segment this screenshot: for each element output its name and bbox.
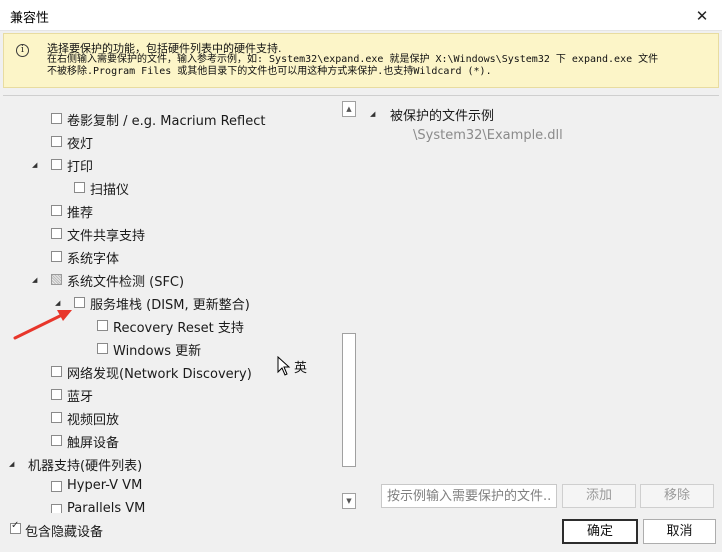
remove-button[interactable]: 移除: [640, 484, 714, 508]
title-bar: 兼容性 ✕: [0, 0, 722, 31]
close-icon[interactable]: ✕: [682, 0, 722, 31]
tree-item[interactable]: 卷影复制 / e.g. Macrium Reflect: [4, 108, 334, 130]
protected-files-heading[interactable]: 被保护的文件示例: [390, 105, 494, 124]
ok-button[interactable]: 确定: [562, 519, 638, 544]
tree-item[interactable]: ◢ 系统文件检测 (SFC): [4, 269, 334, 291]
tree-item-label: Hyper-V VM: [67, 478, 143, 493]
window-title: 兼容性: [10, 11, 50, 26]
tree-scrollbar[interactable]: ▲ ▼: [341, 100, 357, 513]
tree-item-label: 卷影复制 / e.g. Macrium Reflect: [67, 114, 266, 129]
info-icon: i: [16, 44, 29, 57]
tree-item[interactable]: 扫描仪: [4, 177, 334, 199]
checkbox[interactable]: [74, 182, 85, 193]
tree-item-label: 触屏设备: [67, 436, 120, 451]
tree-item[interactable]: ◢ 机器支持(硬件列表): [4, 453, 334, 475]
ime-indicator: 英: [294, 361, 308, 376]
cancel-button[interactable]: 取消: [643, 519, 716, 544]
info-text-line3: 不被移除.Program Files 或其他目录下的文件也可以用这种方式来保护.…: [47, 66, 492, 77]
tree-item-label: 夜灯: [67, 137, 94, 152]
checkbox[interactable]: [51, 228, 62, 239]
protected-file-example[interactable]: \System32\Example.dll: [413, 128, 563, 143]
checkbox[interactable]: [51, 481, 62, 492]
checkbox[interactable]: [97, 320, 108, 331]
checkbox[interactable]: [51, 504, 62, 513]
tree-item-label: 视频回放: [67, 413, 120, 428]
expand-triangle-icon[interactable]: ◢: [32, 161, 40, 169]
tree-item[interactable]: Parallels VM: [4, 499, 334, 513]
protected-file-input[interactable]: [381, 484, 557, 508]
tree-item-label: 扫描仪: [90, 183, 130, 198]
tree-item-label: Parallels VM: [67, 501, 146, 513]
checkbox-partial[interactable]: [51, 274, 62, 285]
tree-item[interactable]: ◢ 打印: [4, 154, 334, 176]
checkbox[interactable]: [51, 435, 62, 446]
checkbox[interactable]: [51, 113, 62, 124]
tree-item-label: 打印: [67, 160, 94, 175]
checkbox[interactable]: [51, 412, 62, 423]
mouse-cursor-icon: [277, 356, 291, 376]
tree-item-label: Windows 更新: [113, 344, 202, 359]
add-button[interactable]: 添加: [562, 484, 636, 508]
checkbox[interactable]: [51, 251, 62, 262]
tree-item[interactable]: 推荐: [4, 200, 334, 222]
tree-item-label: 系统字体: [67, 252, 120, 267]
tree-item[interactable]: 视频回放: [4, 407, 334, 429]
tree-item[interactable]: 触屏设备: [4, 430, 334, 452]
expand-triangle-icon[interactable]: ◢: [32, 276, 40, 284]
tree-item-label: 推荐: [67, 206, 94, 221]
tree-item-label: 文件共享支持: [67, 229, 146, 244]
scroll-down-icon[interactable]: ▼: [342, 493, 356, 509]
tree-item-label: 机器支持(硬件列表): [28, 459, 143, 474]
checkbox[interactable]: [51, 136, 62, 147]
protected-files-panel: ◢ 被保护的文件示例 \System32\Example.dll: [360, 96, 718, 481]
tree-item[interactable]: 夜灯: [4, 131, 334, 153]
tree-item-label: 系统文件检测 (SFC): [67, 275, 185, 290]
checkbox[interactable]: [97, 343, 108, 354]
scroll-up-icon[interactable]: ▲: [342, 101, 356, 117]
tree-item[interactable]: 蓝牙: [4, 384, 334, 406]
tree-item-label: 网络发现(Network Discovery): [67, 367, 252, 382]
include-hidden-label: 包含隐藏设备: [25, 525, 104, 540]
tree-item-label: 蓝牙: [67, 390, 94, 405]
checkbox[interactable]: [51, 389, 62, 400]
info-text-line2: 在右侧输入需要保护的文件，输入参考示例，如: System32\expand.e…: [47, 54, 659, 65]
tree-item-label: 服务堆栈 (DISM, 更新整合): [90, 298, 250, 313]
checkbox[interactable]: [51, 159, 62, 170]
tree-item[interactable]: 文件共享支持: [4, 223, 334, 245]
annotation-arrow-icon: [13, 310, 72, 340]
checkbox[interactable]: [51, 205, 62, 216]
checkbox[interactable]: [51, 366, 62, 377]
tree-item-label: Recovery Reset 支持: [113, 321, 244, 336]
tree-item[interactable]: 系统字体: [4, 246, 334, 268]
expand-triangle-icon[interactable]: ◢: [9, 460, 17, 468]
expand-triangle-icon[interactable]: ◢: [370, 110, 378, 118]
scroll-thumb[interactable]: [342, 333, 356, 467]
info-banner: i 选择要保护的功能，包括硬件列表中的硬件支持. 在右侧输入需要保护的文件，输入…: [3, 33, 719, 88]
tree-item[interactable]: Hyper-V VM: [4, 476, 334, 498]
check-icon: ✓: [11, 520, 20, 531]
